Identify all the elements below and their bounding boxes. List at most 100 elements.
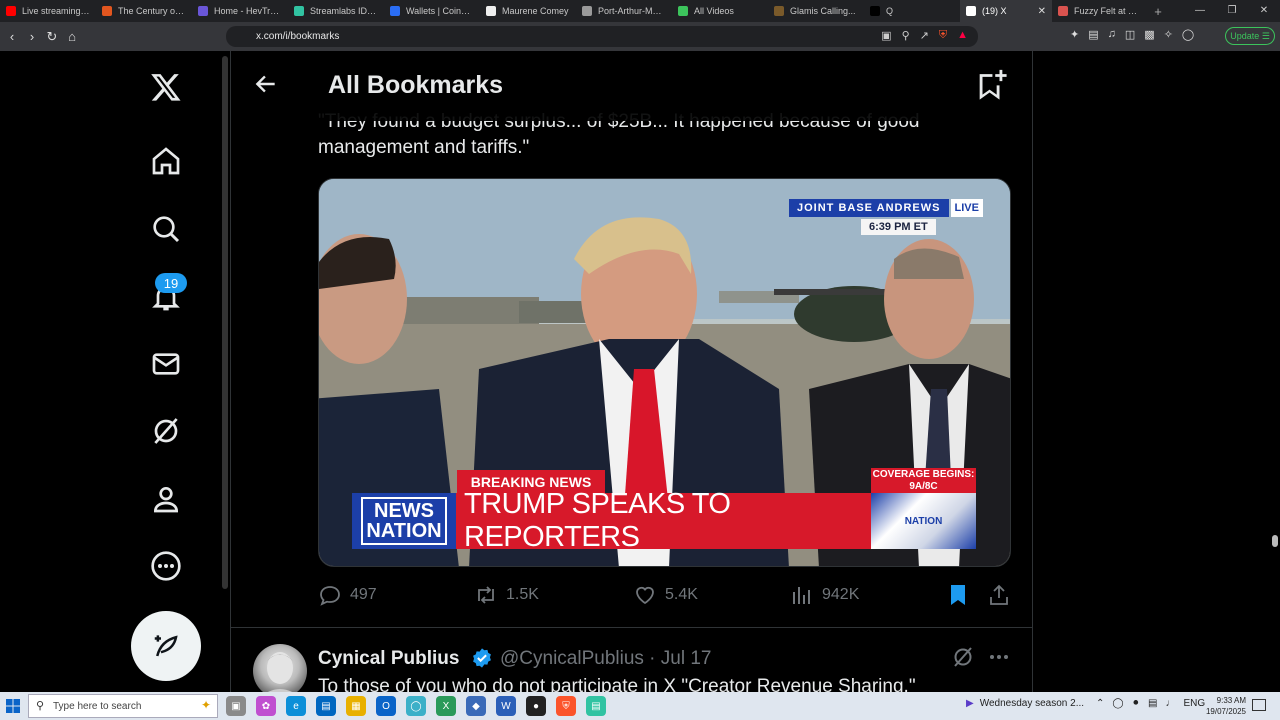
tab-favicon-icon <box>198 6 208 16</box>
bookmark-filled-icon <box>951 585 965 605</box>
update-button[interactable]: Update ☰ <box>1225 27 1275 45</box>
task-view-icon[interactable]: ▣ <box>226 696 246 716</box>
minimize-button[interactable]: — <box>1184 0 1216 22</box>
vpn-icon[interactable]: ◯ <box>1182 28 1194 41</box>
home-nav-icon[interactable] <box>148 143 184 179</box>
streamlabs-icon[interactable]: ▤ <box>586 696 606 716</box>
browser-tab[interactable]: Wallets | CoinSpc <box>384 0 480 22</box>
browser-back-icon[interactable]: ‹ <box>2 29 22 44</box>
browser-tab[interactable]: Streamlabs ID - C <box>288 0 384 22</box>
media-icon[interactable]: ♫ <box>1108 28 1116 41</box>
tray-overflow-icon[interactable]: ⌃ <box>1096 698 1104 709</box>
notification-center-icon[interactable] <box>1252 699 1266 711</box>
network-line1: NEWS <box>374 500 434 522</box>
home-icon[interactable]: ⌂ <box>62 29 82 44</box>
grok-explain-icon[interactable] <box>951 645 975 669</box>
tab-favicon-icon <box>870 6 880 16</box>
obs-icon[interactable]: ● <box>526 696 546 716</box>
author-name[interactable]: Cynical Publius <box>318 648 459 670</box>
wallet-icon[interactable]: ▤ <box>1088 28 1098 41</box>
file-explorer-icon[interactable]: ▦ <box>346 696 366 716</box>
headline-banner: TRUMP SPEAKS TO REPORTERS <box>456 488 871 553</box>
share-icon[interactable]: ↗ <box>920 29 929 42</box>
profile-icon[interactable] <box>148 481 184 517</box>
back-arrow-icon[interactable] <box>253 71 279 97</box>
browser-tab[interactable]: All Videos <box>672 0 768 22</box>
messages-icon[interactable] <box>148 346 184 382</box>
restore-button[interactable]: ❐ <box>1216 0 1248 22</box>
browser-tab[interactable]: Home - HevTruth <box>192 0 288 22</box>
cast-icon[interactable]: ▣ <box>881 29 891 42</box>
page-scrollbar[interactable] <box>221 51 230 692</box>
browser-app-icon[interactable]: ◯ <box>406 696 426 716</box>
browser-tab[interactable]: Fuzzy Felt at Duc <box>1052 0 1148 22</box>
extension-icon[interactable]: ✦ <box>1070 28 1079 41</box>
search-icon[interactable] <box>148 211 184 247</box>
reply-button[interactable]: 497 <box>318 583 377 607</box>
edge-icon[interactable]: e <box>286 696 306 716</box>
browser-tab[interactable]: Live streaming - Y <box>0 0 96 22</box>
tweet-video[interactable]: JOINT BASE ANDREWS LIVE 6:39 PM ET BREAK… <box>318 178 1011 567</box>
tab-favicon-icon <box>774 6 784 16</box>
microphone-icon[interactable]: ⚫ <box>1132 698 1140 709</box>
windows-start-button[interactable] <box>0 692 26 720</box>
tab-favicon-icon <box>102 6 112 16</box>
tab-favicon-icon <box>678 6 688 16</box>
store-icon[interactable]: ▤ <box>316 696 336 716</box>
page-scrollbar-thumb[interactable] <box>222 56 228 589</box>
outlook-icon[interactable]: O <box>376 696 396 716</box>
avatar[interactable] <box>253 644 307 692</box>
x-logo-icon[interactable] <box>148 69 184 105</box>
extension-icons: ✦ ▤ ♫ ◫ ▩ ✧ ◯ <box>1070 28 1194 41</box>
views-button[interactable]: 942K <box>790 583 859 607</box>
author-handle[interactable]: @CynicalPublius · Jul 17 <box>500 648 712 670</box>
browser-tab-active[interactable]: (19) X ✕ <box>960 0 1052 22</box>
close-window-button[interactable]: ✕ <box>1248 0 1280 22</box>
zoom-icon[interactable]: ⚲ <box>902 29 910 42</box>
spreadsheet-icon[interactable]: X <box>436 696 456 716</box>
taskbar-search-icon: ⚲ <box>36 700 45 712</box>
browser-tab[interactable]: Port-Arthur-Mass <box>576 0 672 22</box>
browser-scrollbar[interactable] <box>1270 51 1280 692</box>
vscode-icon[interactable]: ◆ <box>466 696 486 716</box>
clock-time: 9:33 AM <box>1216 696 1246 705</box>
wallet-extension-icon[interactable]: ▩ <box>1144 28 1154 41</box>
tray-app-icon[interactable]: ◯ <box>1112 698 1123 709</box>
nation-badge: NATION <box>871 493 976 549</box>
browser-scrollbar-thumb[interactable] <box>1272 535 1278 547</box>
word-icon[interactable]: W <box>496 696 516 716</box>
like-button[interactable]: 5.4K <box>633 583 698 607</box>
volume-icon[interactable]: ♩ <box>1165 698 1175 709</box>
bookmark-button[interactable] <box>946 583 970 607</box>
tab-favicon-icon <box>1058 6 1068 16</box>
add-bookmark-folder-icon[interactable] <box>974 67 1008 101</box>
taskbar-clock[interactable]: 9:33 AM 19/07/2025 <box>1196 695 1246 717</box>
network-icon[interactable]: ▤ <box>1148 698 1157 709</box>
share-button[interactable] <box>987 583 1011 607</box>
browser-tab[interactable]: Glamis Calling... <box>768 0 864 22</box>
omnibox-actions: ▣ ⚲ ↗ ⛨ ▲ <box>881 29 968 42</box>
browser-tab[interactable]: Q <box>864 0 960 22</box>
tweet-item[interactable]: Cynical Publius @CynicalPublius · Jul 17… <box>231 628 1032 692</box>
brave-shield-icon[interactable]: ⛨ <box>939 29 947 42</box>
compose-feather-icon <box>154 635 178 657</box>
browser-tab[interactable]: Maurene Comey <box>480 0 576 22</box>
more-menu-icon[interactable] <box>987 645 1011 669</box>
taskbar-search-input[interactable]: ⚲ Type here to search ✦ <box>28 694 218 718</box>
close-tab-icon[interactable]: ✕ <box>1038 6 1046 17</box>
sidebar-icon[interactable]: ◫ <box>1125 28 1135 41</box>
compose-post-button[interactable] <box>131 611 201 681</box>
brave-icon[interactable]: ⛨ <box>556 696 576 716</box>
taskbar-media-widget[interactable]: ▶ Wednesday season 2... <box>966 698 1084 709</box>
repost-button[interactable]: 1.5K <box>474 583 539 607</box>
copilot-icon[interactable]: ✿ <box>256 696 276 716</box>
browser-tab[interactable]: The Century of Ec <box>96 0 192 22</box>
more-options-icon[interactable] <box>148 548 184 584</box>
grok-icon[interactable] <box>148 413 184 449</box>
address-bar[interactable]: x.com/i/bookmarks ▣ ⚲ ↗ ⛨ ▲ <box>226 26 978 47</box>
browser-forward-icon[interactable]: › <box>22 29 42 44</box>
reload-icon[interactable]: ↻ <box>42 29 62 45</box>
new-tab-button[interactable]: + <box>1148 4 1168 19</box>
brave-rewards-icon[interactable]: ▲ <box>957 29 968 42</box>
leo-icon[interactable]: ✧ <box>1164 28 1173 41</box>
